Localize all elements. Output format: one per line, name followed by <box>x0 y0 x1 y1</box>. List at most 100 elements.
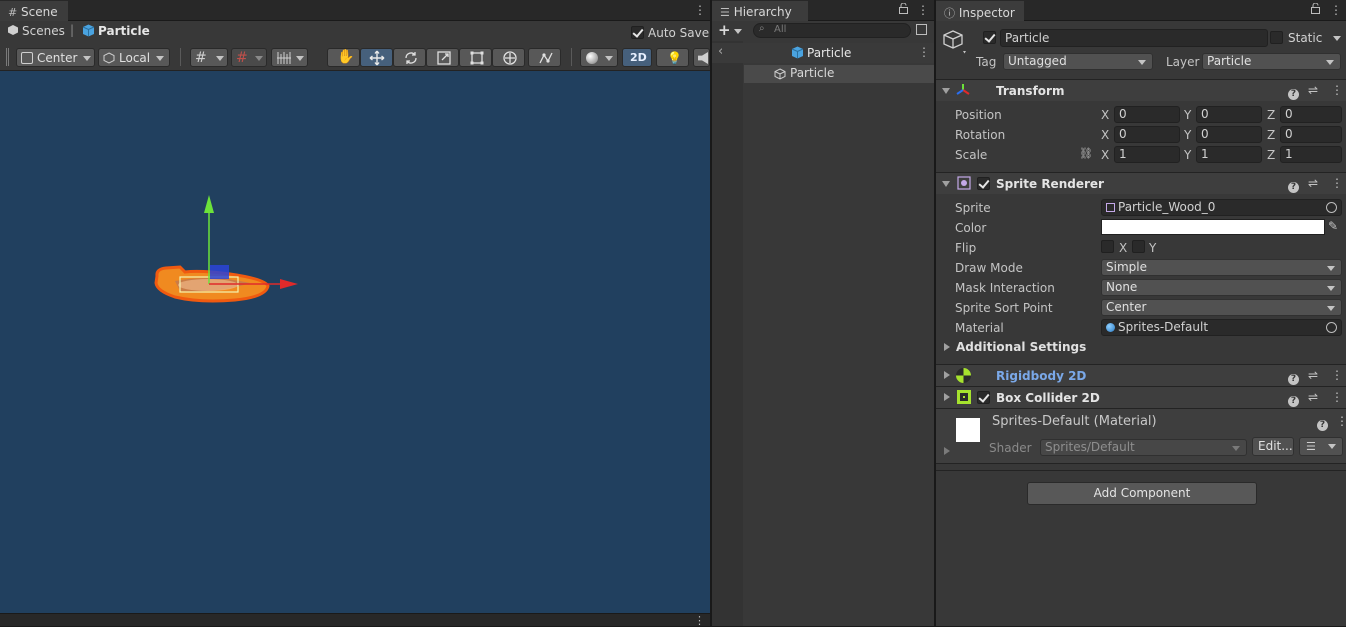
tab-hierarchy[interactable]: ☰ Hierarchy <box>712 1 808 21</box>
move-tool-button[interactable] <box>360 48 393 67</box>
sprite-renderer-enabled-checkbox[interactable] <box>977 177 990 190</box>
sprite-sort-point-dropdown[interactable]: Center <box>1101 299 1342 316</box>
scale-x-field[interactable]: 1 <box>1114 146 1180 163</box>
scale-y-field[interactable]: 1 <box>1196 146 1262 163</box>
scale-z-field[interactable]: 1 <box>1280 146 1342 163</box>
eyedropper-icon[interactable]: ✎ <box>1328 219 1338 233</box>
layer-dropdown[interactable]: Particle <box>1202 53 1341 70</box>
toggle-2d-button[interactable]: 2D <box>622 48 652 67</box>
object-name-field[interactable]: Particle <box>1000 29 1268 47</box>
grid-snap-button[interactable]: # <box>190 48 228 67</box>
rotation-x-field[interactable]: 0 <box>1114 126 1180 143</box>
hierarchy-search-field[interactable]: ⌕ All <box>753 23 911 38</box>
rect-tool-button[interactable] <box>459 48 492 67</box>
shader-dropdown[interactable]: Sprites/Default <box>1040 439 1247 456</box>
breadcrumb-object[interactable]: Particle <box>98 24 150 38</box>
scene-visibility-icon[interactable] <box>916 24 927 35</box>
sprite-renderer-header[interactable]: Sprite Renderer ? ⇌ ⋮ <box>936 172 1346 194</box>
lighting-toggle-button[interactable]: 💡 <box>656 48 689 67</box>
color-swatch[interactable] <box>1101 219 1325 235</box>
xy-plane-handle[interactable] <box>210 265 229 279</box>
draw-mode-dropdown[interactable]: Simple <box>1101 259 1342 276</box>
rotation-y-field[interactable]: 0 <box>1196 126 1262 143</box>
custom-tool-button[interactable] <box>528 48 561 67</box>
add-component-button[interactable]: Add Component <box>1027 482 1257 505</box>
tab-inspector[interactable]: ⓘ Inspector <box>936 1 1024 21</box>
tab-scene[interactable]: # Scene <box>0 1 68 21</box>
flip-x-checkbox[interactable] <box>1101 240 1114 253</box>
position-z-field[interactable]: 0 <box>1280 106 1342 123</box>
help-icon[interactable]: ? <box>1288 370 1299 385</box>
hierarchy-header-row[interactable]: ‹ Particle ⋮ <box>712 43 934 63</box>
shader-options-button[interactable]: ☰ <box>1299 437 1343 456</box>
tag-dropdown[interactable]: Untagged <box>1003 53 1153 70</box>
add-icon[interactable]: + <box>718 21 731 39</box>
static-chevron-down-icon[interactable] <box>1333 36 1341 41</box>
static-checkbox[interactable] <box>1270 31 1283 44</box>
position-y-field[interactable]: 0 <box>1196 106 1262 123</box>
rotate-tool-button[interactable] <box>393 48 426 67</box>
component-menu-icon[interactable]: ⋮ <box>1331 368 1343 382</box>
foldout-arrow-icon[interactable] <box>944 371 950 379</box>
pivot-mode-dropdown[interactable]: Center <box>16 48 95 67</box>
foldout-arrow-icon[interactable] <box>942 181 950 187</box>
grid-visibility-button[interactable] <box>271 48 308 67</box>
x-axis-arrow-icon[interactable] <box>280 279 298 289</box>
transform-header[interactable]: Transform ? ⇌ ⋮ <box>936 79 1346 101</box>
gameobject-icon[interactable] <box>943 29 967 55</box>
root-more-icon[interactable]: ⋮ <box>918 45 930 59</box>
foldout-arrow-icon[interactable] <box>944 447 950 455</box>
sprite-field[interactable]: Particle_Wood_0 <box>1101 199 1342 216</box>
rotation-z-field[interactable]: 0 <box>1280 126 1342 143</box>
hierarchy-item-particle[interactable]: Particle <box>744 65 934 83</box>
component-menu-icon[interactable]: ⋮ <box>1331 176 1343 190</box>
foldout-arrow-icon[interactable] <box>944 343 950 351</box>
box-collider-2d-header[interactable]: Box Collider 2D ? ⇌ ⋮ <box>936 386 1346 408</box>
help-icon[interactable]: ? <box>1317 416 1328 431</box>
breadcrumb-scenes[interactable]: Scenes <box>22 24 65 38</box>
help-icon[interactable]: ? <box>1288 178 1299 193</box>
pivot-rotation-dropdown[interactable]: Local <box>98 48 170 67</box>
position-x-field[interactable]: 0 <box>1114 106 1180 123</box>
transform-tool-button[interactable] <box>492 48 525 67</box>
material-field[interactable]: Sprites-Default <box>1101 319 1342 336</box>
lock-icon[interactable] <box>1311 2 1320 14</box>
help-icon[interactable]: ? <box>1288 392 1299 407</box>
additional-settings-label[interactable]: Additional Settings <box>956 340 1086 354</box>
scale-tool-button[interactable] <box>426 48 459 67</box>
preset-icon[interactable]: ⇌ <box>1308 390 1318 404</box>
bottom-more-icon[interactable]: ⋮ <box>694 614 705 627</box>
preset-icon[interactable]: ⇌ <box>1308 368 1318 382</box>
constrain-proportions-icon[interactable]: ⛓ <box>1079 147 1093 160</box>
component-menu-icon[interactable]: ⋮ <box>1331 83 1343 97</box>
lock-icon[interactable] <box>899 2 908 14</box>
inspector-more-icon[interactable]: ⋮ <box>1330 3 1342 17</box>
auto-save-checkbox[interactable] <box>631 26 644 39</box>
foldout-arrow-icon[interactable] <box>942 88 950 94</box>
preset-icon[interactable]: ⇌ <box>1308 83 1318 97</box>
rigidbody-2d-header[interactable]: Rigidbody 2D ? ⇌ ⋮ <box>936 364 1346 386</box>
audio-toggle-button[interactable] <box>693 48 710 67</box>
active-checkbox[interactable] <box>983 31 996 44</box>
hand-tool-button[interactable]: ✋ <box>327 48 360 67</box>
foldout-arrow-icon[interactable] <box>944 393 950 401</box>
flip-y-checkbox[interactable] <box>1132 240 1145 253</box>
help-icon[interactable]: ? <box>1288 85 1299 100</box>
y-axis-arrow-icon[interactable] <box>204 195 214 213</box>
draw-mode-button[interactable] <box>580 48 618 67</box>
material-menu-icon[interactable]: ⋮ <box>1336 414 1346 428</box>
shader-edit-button[interactable]: Edit... <box>1252 437 1294 456</box>
preset-icon[interactable]: ⇌ <box>1308 176 1318 190</box>
component-menu-icon[interactable]: ⋮ <box>1331 390 1343 404</box>
object-picker-icon[interactable] <box>1326 322 1337 333</box>
mask-interaction-dropdown[interactable]: None <box>1101 279 1342 296</box>
increment-snap-button[interactable]: # <box>231 48 267 67</box>
scene-viewport[interactable] <box>0 71 710 613</box>
box-collider-enabled-checkbox[interactable] <box>977 391 990 404</box>
scene-more-icon[interactable]: ⋮ <box>694 3 706 17</box>
scene-gizmo[interactable] <box>0 71 710 613</box>
hierarchy-more-icon[interactable]: ⋮ <box>917 3 929 17</box>
object-picker-icon[interactable] <box>1326 202 1337 213</box>
chevron-down-icon[interactable] <box>734 29 742 34</box>
back-chevron-icon[interactable]: ‹ <box>718 44 723 59</box>
